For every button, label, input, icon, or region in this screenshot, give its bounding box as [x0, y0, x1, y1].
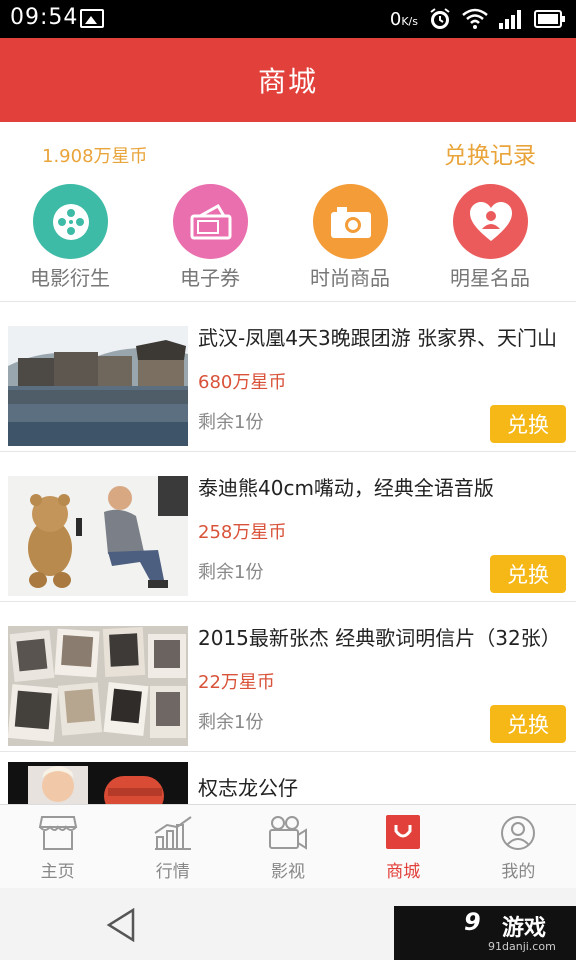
product-item[interactable]: 权志龙公仔 [0, 752, 576, 804]
product-image-doll [8, 762, 188, 804]
camera-icon [330, 206, 371, 238]
tab-label: 商城 [386, 862, 421, 882]
coin-balance: 1.908万星币 [42, 146, 148, 167]
product-price: 22万星币 [198, 672, 275, 693]
network-speed-unit: K/s [401, 14, 418, 28]
alarm-clock-icon [430, 8, 450, 29]
balance-row: 1.908万星币 兑换记录 [0, 122, 576, 182]
watermark-url: 91danji.com [488, 940, 556, 953]
battery-icon [534, 10, 565, 28]
redeem-button[interactable]: 兑换 [490, 555, 566, 593]
gallery-notification-icon [80, 9, 104, 28]
product-name: 武汉-凤凰4天3晚跟团游 张家界、天门山 [198, 326, 558, 350]
product-item[interactable]: 2015最新张杰 经典歌词明信片（32张） 22万星币 剩余1份 兑换 [0, 602, 576, 752]
page-title: 商城 [257, 65, 318, 98]
status-bar: 09:54 0K/s [0, 0, 576, 38]
heart-person-icon [469, 201, 512, 241]
product-name: 2015最新张杰 经典歌词明信片（32张） [198, 626, 561, 650]
tab-home[interactable]: 主页 [0, 805, 115, 888]
category-label: 时尚商品 [310, 266, 390, 290]
product-item[interactable]: 泰迪熊40cm嘴动，经典全语音版 258万星币 剩余1份 兑换 [0, 452, 576, 602]
category-fashion[interactable]: 时尚商品 [280, 182, 420, 300]
product-price: 680万星币 [198, 372, 287, 393]
category-row: 电影衍生 电子券 时尚商品 明星名品 [0, 182, 576, 300]
video-camera-icon [269, 816, 307, 850]
product-list[interactable]: 武汉-凤凰4天3晚跟团游 张家界、天门山 680万星币 剩余1份 兑换 泰迪熊4… [0, 302, 576, 804]
network-speed: 0K/s [390, 9, 418, 30]
category-icon-circle [173, 184, 248, 259]
category-film-merch[interactable]: 电影衍生 [0, 182, 140, 300]
tab-profile[interactable]: 我的 [461, 805, 576, 888]
app-header: 商城 [0, 38, 576, 122]
category-icon-circle [313, 184, 388, 259]
category-label: 电影衍生 [30, 266, 110, 290]
film-reel-icon [52, 203, 89, 240]
category-label: 明星名品 [450, 266, 530, 290]
network-speed-value: 0 [389, 8, 402, 30]
signal-icon [499, 10, 521, 29]
watermark-logo: 9 [464, 908, 481, 936]
status-icons: 0K/s [390, 4, 566, 34]
redeem-button[interactable]: 兑换 [490, 405, 566, 443]
product-image-teddy [8, 476, 188, 596]
storefront-icon [38, 816, 77, 850]
tab-video[interactable]: 影视 [230, 805, 345, 888]
product-remaining: 剩余1份 [198, 412, 264, 433]
shopping-bag-icon [386, 815, 421, 849]
product-price: 258万星币 [198, 522, 287, 543]
tab-label: 行情 [155, 862, 190, 882]
product-item[interactable]: 武汉-凤凰4天3晚跟团游 张家界、天门山 680万星币 剩余1份 兑换 [0, 302, 576, 452]
category-e-coupon[interactable]: 电子券 [140, 182, 280, 300]
trend-chart-icon [154, 816, 192, 850]
product-remaining: 剩余1份 [198, 712, 264, 733]
tab-label: 我的 [501, 862, 536, 882]
tab-market[interactable]: 行情 [115, 805, 230, 888]
back-icon[interactable] [106, 908, 136, 942]
product-image-postcards [8, 626, 188, 746]
category-celebrity[interactable]: 明星名品 [420, 182, 560, 300]
exchange-history-link[interactable]: 兑换记录 [444, 136, 536, 170]
product-name: 权志龙公仔 [198, 776, 298, 800]
tab-mall[interactable]: 商城 [346, 805, 461, 888]
product-name: 泰迪熊40cm嘴动，经典全语音版 [198, 476, 494, 500]
watermark-brand: 游戏 [502, 916, 547, 941]
category-icon-circle [453, 184, 528, 259]
tab-label: 主页 [40, 862, 75, 882]
product-remaining: 剩余1份 [198, 562, 264, 583]
status-time: 09:54 [10, 5, 79, 30]
user-profile-icon [501, 816, 536, 850]
tab-label: 影视 [271, 862, 305, 882]
category-icon-circle [33, 184, 108, 259]
redeem-button[interactable]: 兑换 [490, 705, 566, 743]
category-label: 电子券 [180, 266, 240, 290]
wifi-icon [462, 8, 488, 29]
ticket-icon [190, 203, 231, 239]
bottom-tab-bar: 主页 行情 影视 商城 我的 [0, 804, 576, 888]
product-image-town [8, 326, 188, 446]
site-watermark: 9 游戏 91danji.com [394, 906, 576, 960]
